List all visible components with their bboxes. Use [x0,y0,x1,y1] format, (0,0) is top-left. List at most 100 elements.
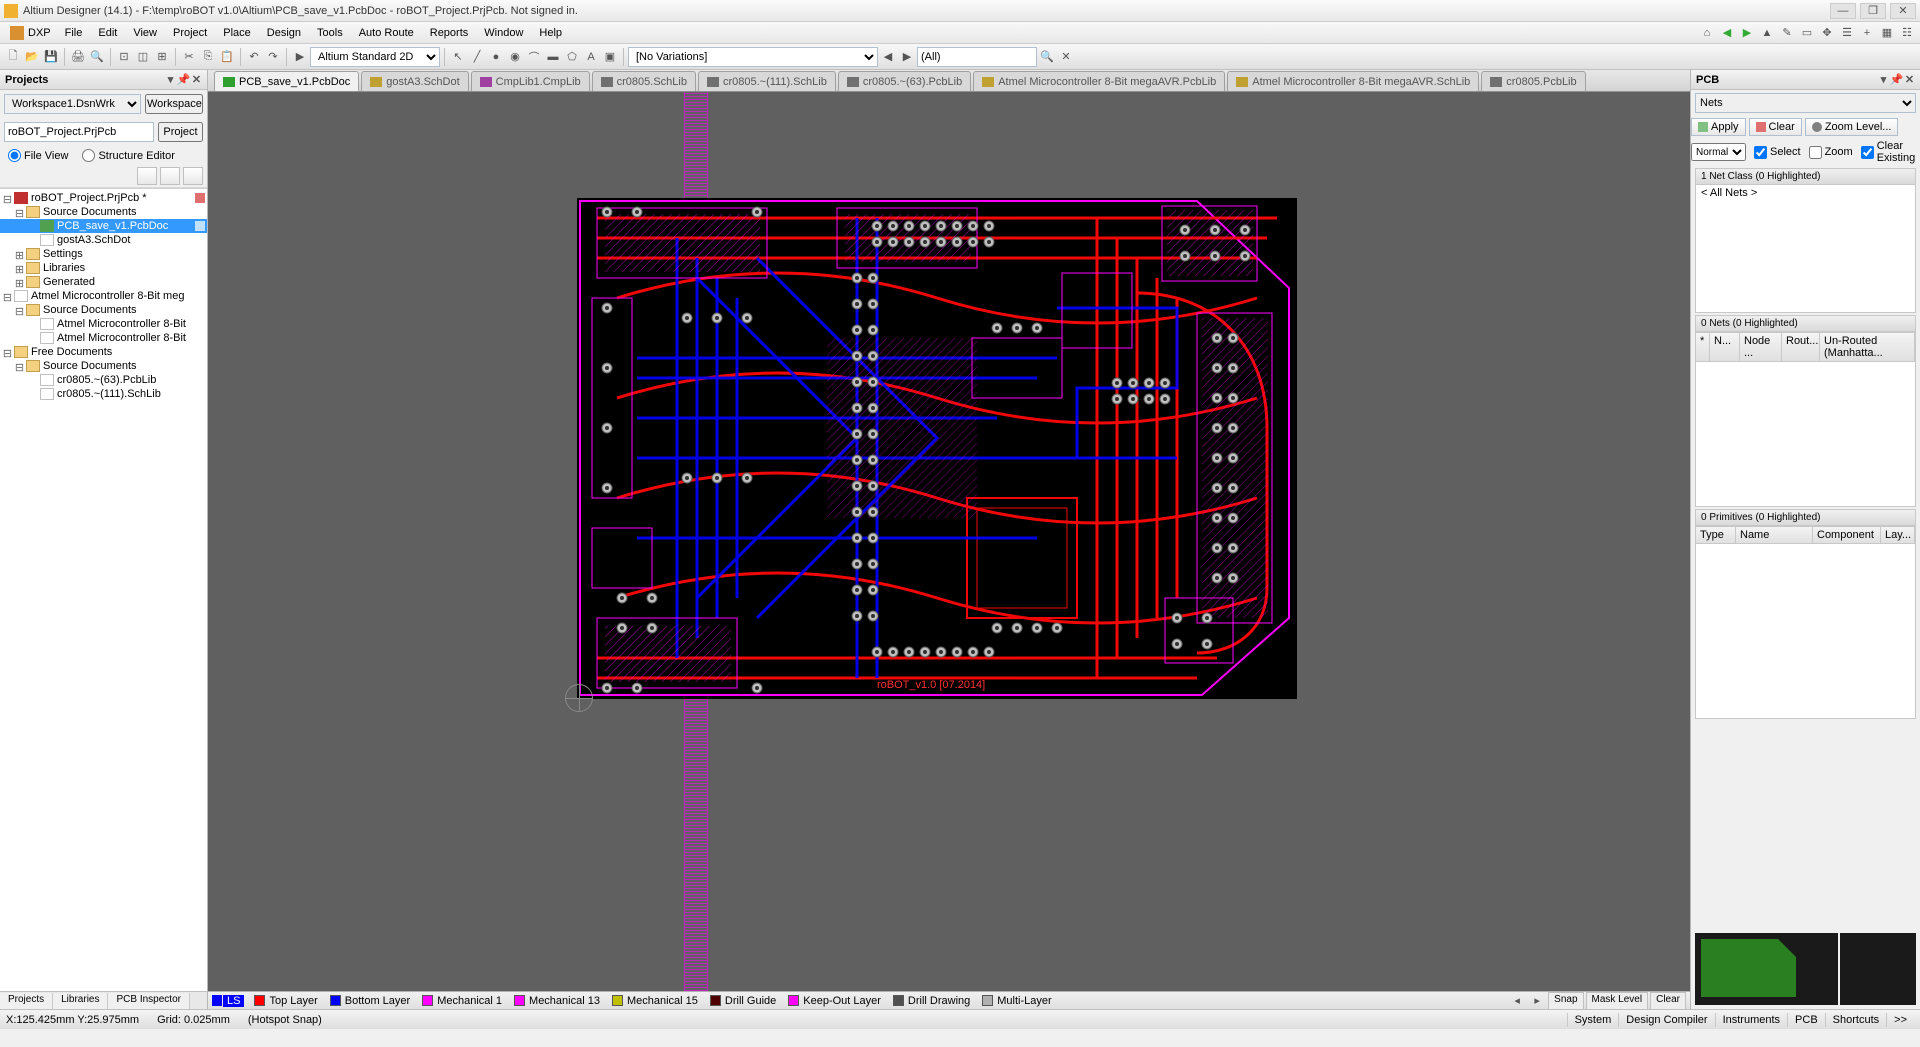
fill-icon[interactable]: ▬ [544,48,562,66]
mask-level-button[interactable]: Mask Level [1586,992,1649,1010]
undo-icon[interactable]: ↶ [245,48,263,66]
new-icon[interactable]: 🗋 [4,48,22,66]
tree-generated[interactable]: ⊞Generated [0,275,207,289]
cut-icon[interactable]: ✂ [180,48,198,66]
primitives-list[interactable] [1695,544,1916,719]
status-instruments[interactable]: Instruments [1715,1013,1787,1027]
apply-button[interactable]: Apply [1691,118,1746,136]
menu-window[interactable]: Window [476,25,531,41]
variations-select[interactable]: [No Variations] [628,47,878,67]
filter-input[interactable] [917,47,1037,67]
variant-prev-icon[interactable]: ◀ [879,48,897,66]
doc-tab-1[interactable]: gostA3.SchDot [361,71,468,91]
tree-btn3-icon[interactable] [183,167,203,185]
find-icon[interactable]: 🔍 [1038,48,1056,66]
status-shortcuts[interactable]: Shortcuts [1825,1013,1886,1027]
view-mode-select[interactable]: Altium Standard 2D [310,47,440,67]
tree-pcblib[interactable]: cr0805.~(63).PcbLib [0,373,207,387]
minimize-button[interactable]: — [1830,3,1856,19]
tree-atmel-doc1[interactable]: Atmel Microcontroller 8-Bit [0,317,207,331]
layer-drill-drawing[interactable]: Drill Drawing [893,995,970,1007]
tab-pcb-inspector[interactable]: PCB Inspector [108,993,189,1009]
tree-sch-dot[interactable]: gostA3.SchDot [0,233,207,247]
paste-icon[interactable]: 📋 [218,48,236,66]
tree-free-src[interactable]: ⊟Source Documents [0,359,207,373]
panel-dropdown-icon[interactable]: ▾ [165,74,176,85]
nav-up-icon[interactable]: ▲ [1758,24,1776,42]
maximize-button[interactable]: ❐ [1860,3,1886,19]
layer-top-layer[interactable]: Top Layer [254,995,317,1007]
tree-atmel-doc2[interactable]: Atmel Microcontroller 8-Bit [0,331,207,345]
zoom-area-icon[interactable]: ◫ [134,48,152,66]
dxp-menu[interactable]: DXP [4,24,57,42]
layer-next-icon[interactable]: ▸ [1528,992,1546,1010]
zoom-selected-icon[interactable]: ⊞ [153,48,171,66]
panel-close-icon[interactable]: ✕ [191,74,202,85]
poly-icon[interactable]: ⬠ [563,48,581,66]
add-icon[interactable]: + [1858,24,1876,42]
project-button[interactable]: Project [158,122,203,142]
grid-icon[interactable]: ▦ [1878,24,1896,42]
move-icon[interactable]: ✥ [1818,24,1836,42]
primitives-columns[interactable]: Type Name Component Lay... [1695,526,1916,544]
tree-pcb-doc[interactable]: PCB_save_v1.PcbDoc [0,219,207,233]
zoom-fit-icon[interactable]: ⊡ [115,48,133,66]
copy-icon[interactable]: ⎘ [199,48,217,66]
menu-autoroute[interactable]: Auto Route [351,25,422,41]
via-icon[interactable]: ◉ [506,48,524,66]
tree-btn2-icon[interactable] [160,167,180,185]
doc-tab-2[interactable]: CmpLib1.CmpLib [471,71,590,91]
close-button[interactable]: ✕ [1890,3,1916,19]
pcb-close-icon[interactable]: ✕ [1904,74,1915,85]
overview-map[interactable] [1695,933,1916,1005]
layer-prev-icon[interactable]: ◂ [1508,992,1526,1010]
text-icon[interactable]: A [582,48,600,66]
doc-tab-5[interactable]: cr0805.~(63).PcbLib [838,71,971,91]
pad-icon[interactable]: ● [487,48,505,66]
project-tree[interactable]: ⊟roBOT_Project.PrjPcb * ⊟Source Document… [0,188,207,991]
redo-icon[interactable]: ↷ [264,48,282,66]
tree-schlib[interactable]: cr0805.~(111).SchLib [0,387,207,401]
project-input[interactable] [4,122,154,142]
menu-view[interactable]: View [125,25,165,41]
pcb-pin-icon[interactable]: 📌 [1891,74,1902,85]
nav-back-icon[interactable]: ◀ [1718,24,1736,42]
tree-libraries[interactable]: ⊞Libraries [0,261,207,275]
doc-tab-3[interactable]: cr0805.SchLib [592,71,696,91]
component-icon[interactable]: ▣ [601,48,619,66]
tree-free-docs[interactable]: ⊟Free Documents [0,345,207,359]
save-icon[interactable]: 💾 [42,48,60,66]
file-view-radio[interactable]: File View [8,149,68,162]
tree-project-root[interactable]: ⊟roBOT_Project.PrjPcb * [0,191,207,205]
clear-button[interactable]: Clear [1650,992,1686,1010]
layer-drill-guide[interactable]: Drill Guide [710,995,776,1007]
preview-icon[interactable]: 🔍 [88,48,106,66]
select-icon[interactable]: ▭ [1798,24,1816,42]
workspace-select[interactable]: Workspace1.DsnWrk [4,94,141,114]
doc-tab-7[interactable]: Atmel Microcontroller 8-Bit megaAVR.SchL… [1227,71,1479,91]
status-more[interactable]: >> [1886,1013,1914,1027]
tab-libraries[interactable]: Libraries [53,993,108,1009]
zoom-level-button[interactable]: Zoom Level... [1805,118,1899,136]
workspace-button[interactable]: Workspace [145,94,203,114]
tree-btn1-icon[interactable] [137,167,157,185]
snap-button[interactable]: Snap [1548,992,1583,1010]
menu-tools[interactable]: Tools [309,25,351,41]
layer-multi-layer[interactable]: Multi-Layer [982,995,1051,1007]
select-checkbox[interactable]: Select [1754,146,1801,159]
doc-tab-4[interactable]: cr0805.~(111).SchLib [698,71,836,91]
menu-place[interactable]: Place [215,25,259,41]
layer-keep-out-layer[interactable]: Keep-Out Layer [788,995,881,1007]
doc-tab-6[interactable]: Atmel Microcontroller 8-Bit megaAVR.PcbL… [973,71,1225,91]
tree-settings[interactable]: ⊞Settings [0,247,207,261]
open-icon[interactable]: 📂 [23,48,41,66]
clear-existing-checkbox[interactable]: Clear Existing [1861,140,1920,164]
menu-project[interactable]: Project [165,25,215,41]
structure-editor-radio[interactable]: Structure Editor [82,149,174,162]
clear-filter-icon[interactable]: ✕ [1057,48,1075,66]
pcb-clear-button[interactable]: Clear [1749,118,1802,136]
pcb-canvas[interactable]: roBOT_v1.0 [07.2014] [208,92,1690,991]
nav-home-icon[interactable]: ⌂ [1698,24,1716,42]
tree-source-docs[interactable]: ⊟Source Documents [0,205,207,219]
menu-design[interactable]: Design [259,25,309,41]
